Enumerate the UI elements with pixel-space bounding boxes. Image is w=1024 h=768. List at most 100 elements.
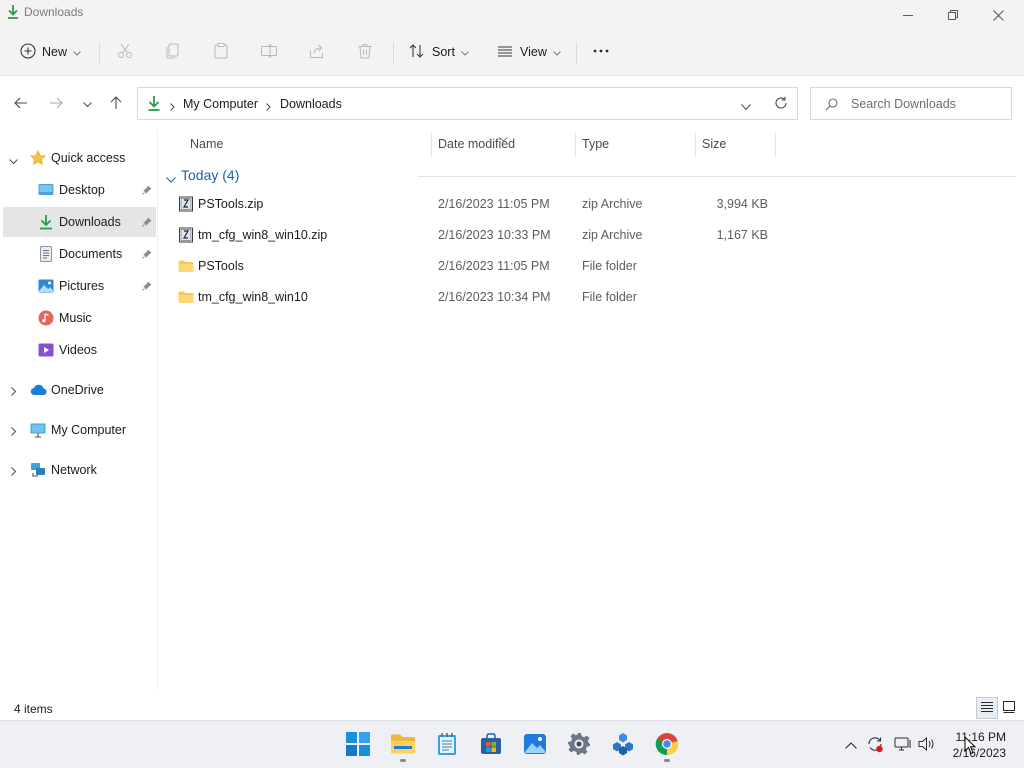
sidebar-item-downloads[interactable]: Downloads <box>3 207 156 237</box>
breadcrumb-my-computer[interactable]: My Computer <box>183 97 258 111</box>
taskbar-settings[interactable] <box>566 732 592 758</box>
file-type: zip Archive <box>582 228 643 242</box>
breadcrumb-downloads[interactable]: Downloads <box>280 97 342 111</box>
taskbar-photos[interactable] <box>522 732 548 758</box>
sidebar-item-onedrive[interactable]: OneDrive <box>0 375 156 405</box>
pin-icon <box>142 184 152 198</box>
sidebar-item-documents[interactable]: Documents <box>0 239 156 269</box>
tiles-view-button[interactable] <box>998 697 1020 719</box>
sidebar-item-label: My Computer <box>51 423 127 437</box>
copy-button[interactable] <box>164 38 182 66</box>
search-placeholder: Search Downloads <box>851 97 956 111</box>
share-button[interactable] <box>308 38 326 66</box>
delete-button[interactable] <box>356 38 374 66</box>
taskbar-store[interactable] <box>478 732 504 758</box>
file-type: File folder <box>582 259 637 273</box>
divider <box>99 42 100 64</box>
recent-locations-button[interactable] <box>77 93 97 115</box>
sidebar-item-label: Quick access <box>51 151 126 165</box>
cut-button[interactable] <box>116 38 134 66</box>
file-size: 3,994 KB <box>716 197 768 211</box>
computer-icon <box>30 422 46 438</box>
rename-button[interactable] <box>260 38 278 66</box>
column-divider[interactable] <box>431 133 432 157</box>
paste-button[interactable] <box>212 38 230 66</box>
windows-logo-icon <box>346 731 370 759</box>
sidebar-item-my-computer[interactable]: My Computer <box>0 415 156 445</box>
tray-update-icon[interactable] <box>866 736 884 754</box>
taskbar-app-blue[interactable] <box>610 732 636 758</box>
music-icon <box>38 310 54 326</box>
file-row[interactable]: tm_cfg_win8_win10.zip 2/16/2023 10:33 PM… <box>166 220 816 251</box>
mouse-cursor-icon <box>964 735 977 758</box>
arrow-up-icon <box>110 95 122 113</box>
close-button[interactable] <box>975 0 1021 30</box>
photos-icon <box>523 732 547 759</box>
plus-circle-icon <box>20 42 36 62</box>
column-header-size[interactable]: Size <box>702 137 726 151</box>
back-button[interactable] <box>11 93 31 115</box>
details-view-button[interactable] <box>976 697 998 719</box>
tray-volume-icon[interactable] <box>918 736 936 754</box>
copy-icon <box>164 42 182 63</box>
folder-icon <box>178 258 194 274</box>
address-bar[interactable]: My Computer Downloads <box>137 87 798 120</box>
address-history-dropdown[interactable] <box>741 100 751 114</box>
refresh-icon[interactable] <box>774 96 788 113</box>
documents-icon <box>38 246 54 262</box>
download-icon <box>6 4 20 20</box>
taskbar-chrome[interactable] <box>654 732 680 758</box>
view-label: View <box>520 45 547 59</box>
sidebar-item-label: Pictures <box>59 279 105 293</box>
running-indicator <box>664 759 670 762</box>
up-button[interactable] <box>106 93 126 115</box>
zip-icon <box>178 196 194 212</box>
show-hidden-icons-button[interactable] <box>842 736 860 754</box>
pin-icon <box>142 216 152 230</box>
search-input[interactable]: Search Downloads <box>810 87 1012 120</box>
chevron-right-icon[interactable] <box>11 465 17 479</box>
taskbar-notepad[interactable] <box>434 732 460 758</box>
sort-label: Sort <box>432 45 455 59</box>
chevron-right-icon[interactable] <box>11 425 17 439</box>
file-name: tm_cfg_win8_win10 <box>198 290 308 304</box>
chevron-right-icon[interactable] <box>11 385 17 399</box>
sidebar-item-pictures[interactable]: Pictures <box>0 271 156 301</box>
zip-icon <box>178 227 194 243</box>
file-row[interactable]: tm_cfg_win8_win10 2/16/2023 10:34 PM Fil… <box>166 282 816 313</box>
sort-button[interactable]: Sort <box>408 38 469 66</box>
view-button[interactable]: View <box>496 38 561 66</box>
sidebar-item-label: Desktop <box>59 183 105 197</box>
column-header-type[interactable]: Type <box>582 137 609 151</box>
cloud-icon <box>30 382 47 398</box>
file-row[interactable]: PSTools.zip 2/16/2023 11:05 PM zip Archi… <box>166 189 816 220</box>
column-header-name[interactable]: Name <box>190 137 223 151</box>
chevron-down-icon[interactable] <box>9 154 18 168</box>
pin-icon <box>142 280 152 294</box>
chevron-down-icon[interactable] <box>166 172 176 186</box>
column-header-date-modified[interactable]: Date modified <box>438 137 515 151</box>
taskbar-file-explorer[interactable] <box>390 732 416 758</box>
restore-button[interactable] <box>930 0 976 30</box>
file-date: 2/16/2023 10:34 PM <box>438 290 551 304</box>
forward-button[interactable] <box>46 93 66 115</box>
new-button[interactable]: New <box>20 38 81 66</box>
sidebar-item-network[interactable]: Network <box>0 455 156 485</box>
more-options-button[interactable] <box>592 38 610 66</box>
sidebar-item-quick-access[interactable]: Quick access <box>0 143 156 173</box>
tray-network-icon[interactable] <box>894 736 912 754</box>
speaker-icon <box>918 736 936 755</box>
taskbar-clock[interactable]: 11:16 PM 2/16/2023 <box>946 729 1006 761</box>
group-header-today[interactable]: Today (4) <box>166 166 1016 186</box>
column-divider[interactable] <box>695 133 696 157</box>
details-view-icon <box>981 701 993 716</box>
sidebar-item-desktop[interactable]: Desktop <box>0 175 156 205</box>
column-divider[interactable] <box>575 133 576 157</box>
column-divider[interactable] <box>775 133 776 157</box>
sidebar-item-label: Videos <box>59 343 97 357</box>
minimize-button[interactable] <box>885 0 931 30</box>
start-button[interactable] <box>345 731 371 759</box>
sidebar-item-videos[interactable]: Videos <box>0 335 156 365</box>
sidebar-item-music[interactable]: Music <box>0 303 156 333</box>
file-row[interactable]: PSTools 2/16/2023 11:05 PM File folder <box>166 251 816 282</box>
